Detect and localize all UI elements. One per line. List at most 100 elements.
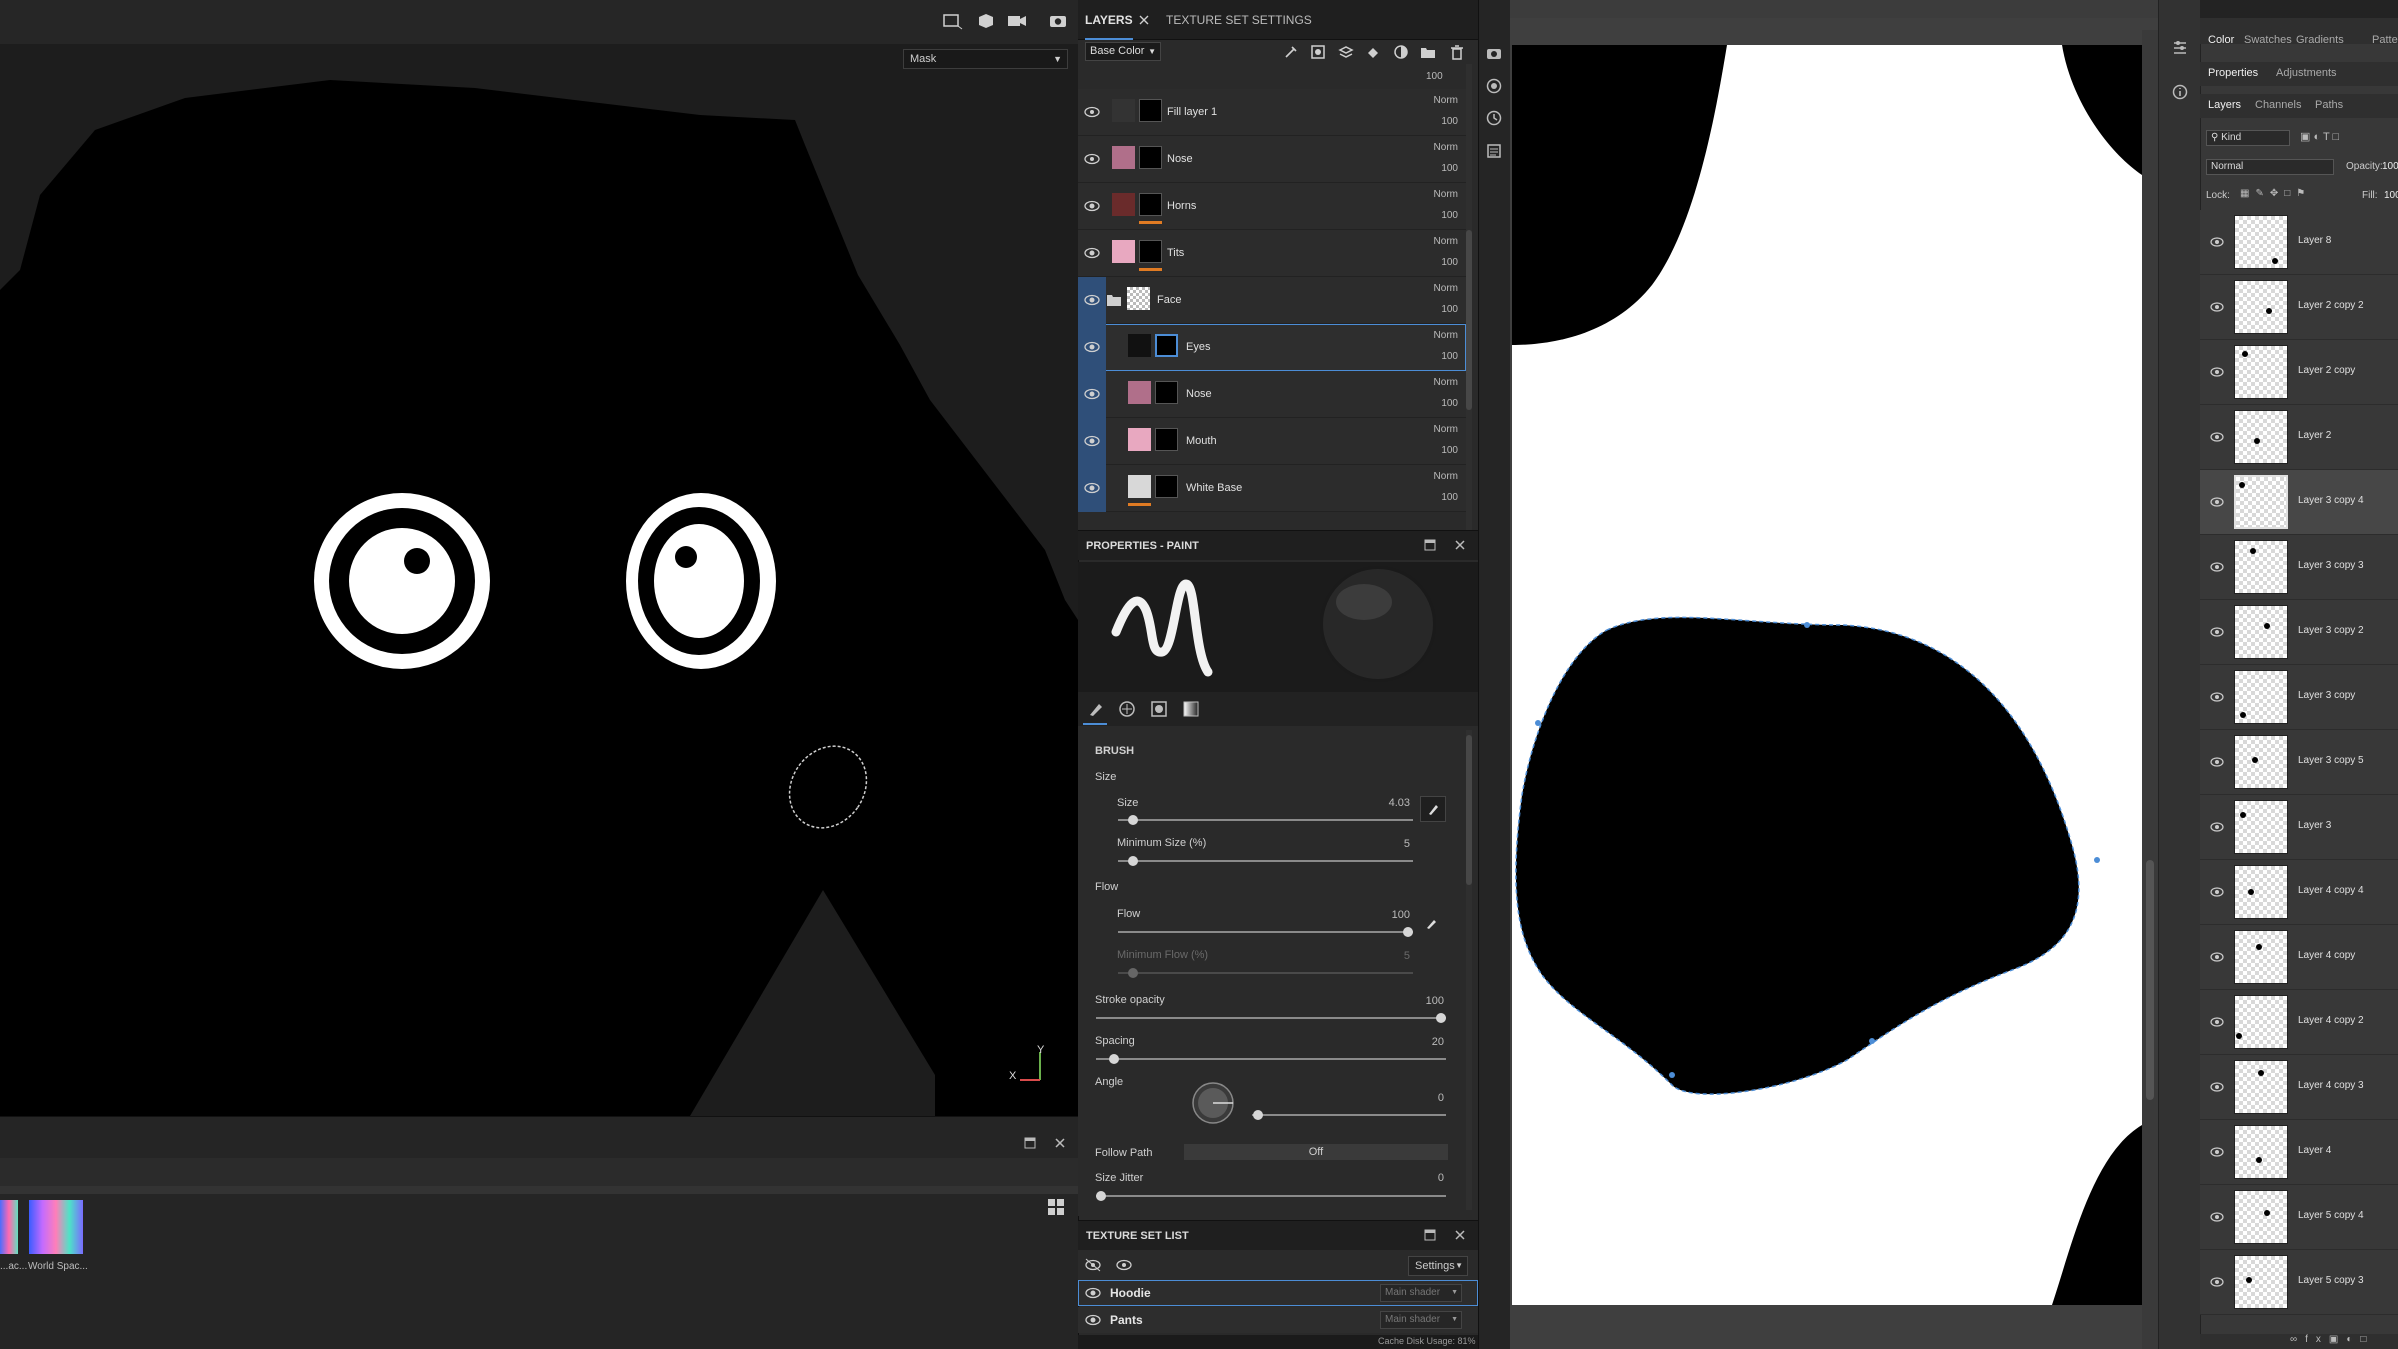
add-folder-icon[interactable] bbox=[1420, 44, 1436, 60]
eye-icon[interactable] bbox=[2210, 1275, 2224, 1289]
ps-layer-row[interactable]: Layer 2 copy 2 bbox=[2200, 275, 2398, 340]
add-effect-icon[interactable] bbox=[1283, 44, 1299, 60]
tab-layers[interactable]: LAYERS bbox=[1085, 0, 1133, 40]
shader-dropdown[interactable]: Main shader ▼ bbox=[1380, 1284, 1462, 1302]
eye-hidden-icon[interactable] bbox=[1084, 104, 1100, 120]
size-value[interactable]: 4.03 bbox=[1350, 797, 1410, 809]
eye-icon[interactable] bbox=[2210, 1210, 2224, 1224]
size-slider[interactable] bbox=[1118, 815, 1413, 825]
ps-layer-row[interactable]: Layer 4 copy bbox=[2200, 925, 2398, 990]
min-size-value[interactable]: 5 bbox=[1350, 838, 1410, 850]
grid-view-icon[interactable] bbox=[1047, 1198, 1065, 1216]
tab-texture-set-settings[interactable]: TEXTURE SET SETTINGS bbox=[1166, 0, 1312, 40]
brush-tab-icon[interactable] bbox=[1087, 700, 1105, 718]
eye-icon[interactable] bbox=[1084, 198, 1100, 214]
log-icon[interactable] bbox=[1486, 143, 1502, 159]
ps-layer-footer[interactable]: ∞fx▣◐□ bbox=[2200, 1334, 2398, 1349]
eye-icon[interactable] bbox=[1084, 339, 1100, 355]
eye-icon[interactable] bbox=[1084, 292, 1100, 308]
add-mask-icon[interactable] bbox=[1310, 44, 1326, 60]
layer-opacity[interactable]: 100 bbox=[1441, 492, 1458, 503]
layer-opacity[interactable]: 100 bbox=[1441, 257, 1458, 268]
eye-icon[interactable] bbox=[2210, 495, 2224, 509]
layer-row[interactable]: Nose Norm 100 bbox=[1078, 371, 1466, 418]
eye-icon[interactable] bbox=[1084, 480, 1100, 496]
eye-icon[interactable] bbox=[2210, 690, 2224, 704]
info-icon[interactable] bbox=[2172, 84, 2188, 100]
properties-scrollbar-thumb[interactable] bbox=[1466, 735, 1472, 885]
ps-layer-row[interactable]: Layer 3 copy 2 bbox=[2200, 600, 2398, 665]
ps-layer-row[interactable]: Layer 4 bbox=[2200, 1120, 2398, 1185]
angle-dial[interactable] bbox=[1190, 1080, 1236, 1126]
eye-icon[interactable] bbox=[1084, 245, 1100, 261]
video-camera-icon[interactable] bbox=[1006, 12, 1028, 30]
slider-knob[interactable] bbox=[1096, 1191, 1106, 1201]
tab-properties[interactable]: Properties bbox=[2208, 67, 2258, 79]
tab-adjustments[interactable]: Adjustments bbox=[2276, 67, 2337, 79]
slider-knob[interactable] bbox=[1253, 1110, 1263, 1120]
layer-blend[interactable]: Norm bbox=[1434, 142, 1458, 153]
opacity-value[interactable]: 100 bbox=[2382, 161, 2398, 172]
ps-layer-row[interactable]: Layer 4 copy 2 bbox=[2200, 990, 2398, 1055]
slider-knob[interactable] bbox=[1403, 927, 1413, 937]
ps-layer-row[interactable]: Layer 2 copy bbox=[2200, 340, 2398, 405]
eye-icon[interactable] bbox=[1085, 1312, 1101, 1328]
kind-filter-dropdown[interactable]: ⚲ Kind bbox=[2206, 130, 2290, 146]
layer-opacity[interactable]: 100 bbox=[1441, 163, 1458, 174]
shelf-thumbnail-partial[interactable] bbox=[0, 1200, 18, 1254]
layer-stack[interactable]: 100 Fill layer 1 Norm 100 Nose Norm 100 … bbox=[1078, 64, 1478, 530]
channel-dropdown[interactable]: Base Color ▼ bbox=[1085, 42, 1161, 61]
eye-icon[interactable] bbox=[2210, 1015, 2224, 1029]
folder-row[interactable]: Face Norm 100 bbox=[1078, 277, 1466, 324]
slider-knob[interactable] bbox=[1108, 1054, 1119, 1064]
close-icon[interactable] bbox=[1054, 1137, 1066, 1149]
ps-layer-row[interactable]: Layer 3 copy bbox=[2200, 665, 2398, 730]
eye-icon[interactable] bbox=[2210, 885, 2224, 899]
follow-path-toggle[interactable]: Off bbox=[1184, 1144, 1448, 1160]
eye-icon[interactable] bbox=[2210, 625, 2224, 639]
layer-row[interactable]: Horns Norm 100 bbox=[1078, 183, 1466, 230]
texture-set-row[interactable]: Pants Main shader ▼ bbox=[1078, 1307, 1478, 1333]
add-layer-icon[interactable] bbox=[1338, 44, 1354, 60]
tab-color[interactable]: Color bbox=[2208, 34, 2234, 46]
lock-options-icons[interactable]: ▦✎✥□⚑ bbox=[2240, 188, 2340, 202]
eye-icon[interactable] bbox=[2210, 755, 2224, 769]
delete-layer-icon[interactable] bbox=[1449, 44, 1465, 60]
eye-icon[interactable] bbox=[2210, 560, 2224, 574]
cube-view-icon[interactable] bbox=[975, 12, 997, 30]
eye-icon[interactable] bbox=[1084, 386, 1100, 402]
eye-icon[interactable] bbox=[2210, 235, 2224, 249]
ps-layer-row[interactable]: Layer 4 copy 3 bbox=[2200, 1055, 2398, 1120]
flow-value[interactable]: 100 bbox=[1350, 909, 1410, 921]
layer-row[interactable]: Mouth Norm 100 bbox=[1078, 418, 1466, 465]
layer-row[interactable]: Nose Norm 100 bbox=[1078, 136, 1466, 183]
viewport-canvas[interactable] bbox=[0, 0, 1078, 1116]
slider-knob[interactable] bbox=[1127, 815, 1138, 825]
gradient-tab-icon[interactable] bbox=[1182, 700, 1200, 718]
layers-scrollbar-thumb[interactable] bbox=[1466, 230, 1472, 410]
eye-icon[interactable] bbox=[1084, 433, 1100, 449]
ps-layer-row[interactable]: Layer 3 copy 5 bbox=[2200, 730, 2398, 795]
close-tab-icon[interactable] bbox=[1138, 14, 1150, 26]
layer-opacity[interactable]: 100 bbox=[1441, 304, 1458, 315]
layer-filter-icons[interactable]: ▣ ◐ T □ bbox=[2300, 130, 2398, 146]
solo-visibility-icon[interactable] bbox=[1085, 1257, 1101, 1273]
maximize-icon[interactable] bbox=[1424, 1229, 1436, 1241]
eye-icon[interactable] bbox=[2210, 1145, 2224, 1159]
ps-layer-row[interactable]: Layer 2 bbox=[2200, 405, 2398, 470]
maximize-icon[interactable] bbox=[1424, 539, 1436, 551]
min-size-slider[interactable] bbox=[1118, 856, 1413, 866]
angle-slider[interactable] bbox=[1252, 1110, 1446, 1120]
eye-icon[interactable] bbox=[2210, 950, 2224, 964]
properties-panel-icon[interactable] bbox=[2172, 40, 2188, 56]
ps-layer-row[interactable]: Layer 3 copy 3 bbox=[2200, 535, 2398, 600]
texture-set-settings-dropdown[interactable]: Settings ▼ bbox=[1408, 1256, 1468, 1276]
material-tab-icon[interactable] bbox=[1118, 700, 1136, 718]
close-icon[interactable] bbox=[1454, 539, 1466, 551]
layer-opacity[interactable]: 100 bbox=[1441, 116, 1458, 127]
eye-icon[interactable] bbox=[2210, 365, 2224, 379]
texture-set-row[interactable]: Hoodie Main shader ▼ bbox=[1078, 1280, 1478, 1306]
eye-icon[interactable] bbox=[2210, 430, 2224, 444]
shelf-search-bar[interactable] bbox=[0, 1158, 1078, 1186]
ps-layer-row[interactable]: Layer 3 bbox=[2200, 795, 2398, 860]
